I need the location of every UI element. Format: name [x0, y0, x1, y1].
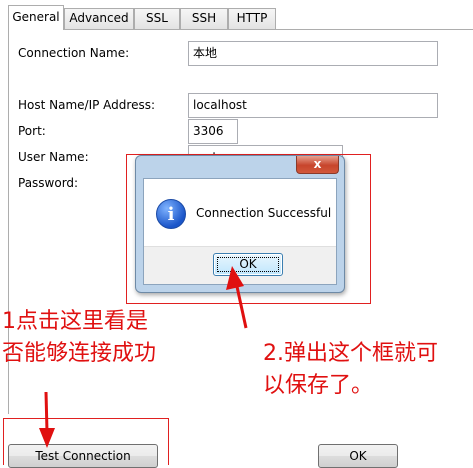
arrow-to-test-button [39, 391, 55, 448]
arrow-to-dialog [226, 266, 248, 329]
annotation-arrows [39, 266, 248, 448]
